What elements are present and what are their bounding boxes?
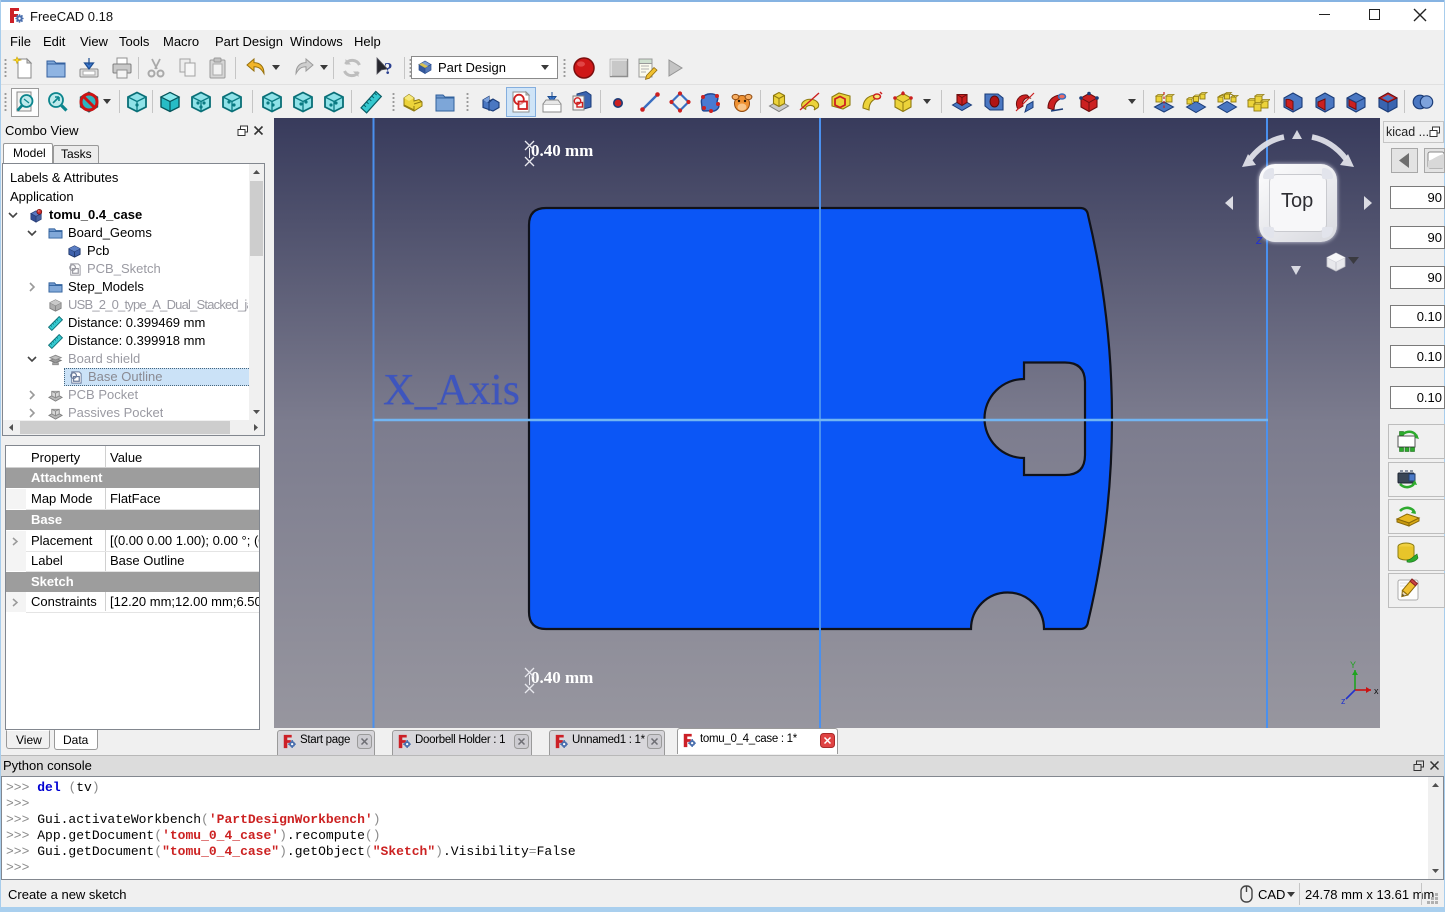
svg-text:x: x bbox=[1374, 686, 1379, 696]
svg-text:Y: Y bbox=[1350, 660, 1356, 670]
svg-text:z: z bbox=[1341, 696, 1346, 706]
svg-text:?: ? bbox=[384, 59, 393, 78]
